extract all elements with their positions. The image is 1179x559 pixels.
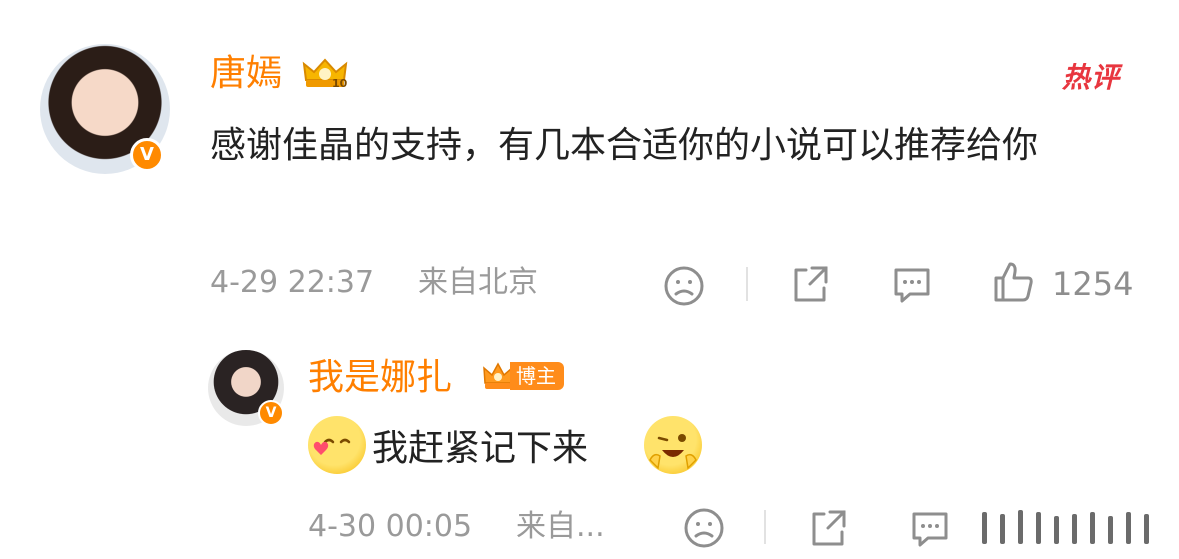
reply-text: 我赶紧记下来 xyxy=(372,428,589,469)
blogger-badge-label: 博主 xyxy=(510,362,564,390)
hot-comment-label: 热评 xyxy=(1062,61,1121,94)
kiss-emoji-icon xyxy=(308,416,366,474)
blogger-badge: 博主 xyxy=(482,360,564,392)
dislike-face-icon[interactable] xyxy=(662,264,706,308)
like-count: 1254 xyxy=(1052,265,1134,303)
reply-share-icon[interactable] xyxy=(806,506,850,550)
comment-text: 感谢佳晶的支持，有几本合适你的小说可以推荐给你 xyxy=(210,125,1039,166)
svg-text:10: 10 xyxy=(332,77,348,90)
comment-time: 4-29 22:37 xyxy=(210,265,375,300)
like-thumb-icon[interactable] xyxy=(992,260,1036,304)
reply-author-name[interactable]: 我是娜扎 xyxy=(308,360,452,396)
crown-badge-icon: 10 xyxy=(302,58,348,90)
wink-emoji-icon xyxy=(644,416,702,474)
comment-icon[interactable] xyxy=(890,262,934,306)
divider xyxy=(746,267,748,301)
comment-location: 来自北京 xyxy=(418,265,538,300)
verified-badge-icon: V xyxy=(130,138,164,172)
reply-comment-icon[interactable] xyxy=(908,506,952,550)
share-icon[interactable] xyxy=(788,262,832,306)
watermark-icon xyxy=(970,500,1179,559)
reply-location: 来自... xyxy=(516,509,605,544)
author-name[interactable]: 唐嫣 xyxy=(210,56,282,92)
divider xyxy=(764,510,766,544)
reply-verified-badge-icon: V xyxy=(258,400,284,426)
reply-time: 4-30 00:05 xyxy=(308,509,473,544)
reply-dislike-face-icon[interactable] xyxy=(682,506,726,550)
